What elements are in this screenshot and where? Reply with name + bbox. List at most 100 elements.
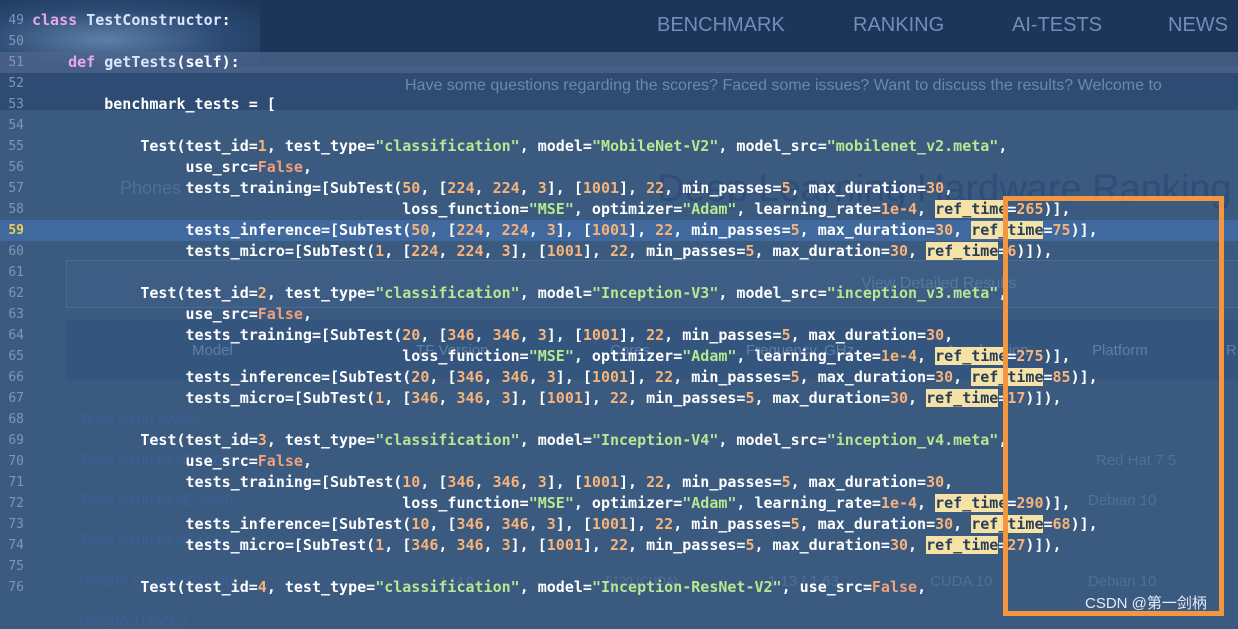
line-number: 68 [8, 412, 24, 427]
code-token: , [474, 326, 493, 344]
code-token: ], [582, 242, 610, 260]
code-text[interactable]: use_src=False, [32, 157, 312, 178]
ref-time-token: ref_time [926, 536, 999, 554]
code-token: , min_passes= [673, 515, 791, 533]
code-token: tests_training=[SubTest( [32, 473, 403, 491]
code-token: 3 [537, 326, 547, 344]
code-token: 346 [492, 473, 520, 491]
code-text[interactable]: Test(test_id=4, test_type="classificatio… [32, 577, 926, 598]
code-token: "MSE" [528, 200, 574, 218]
code-text[interactable]: tests_training=[SubTest(50, [224, 224, 3… [32, 178, 954, 199]
code-token: "inception_v3.meta" [826, 284, 999, 302]
line-number: 76 [8, 580, 24, 595]
code-token: 30 [935, 368, 954, 386]
code-token: 30 [935, 221, 954, 239]
code-token: 30 [935, 515, 954, 533]
code-token: tests_micro=[SubTest( [32, 389, 376, 407]
code-token: 2 [257, 284, 267, 302]
code-text[interactable]: tests_inference=[SubTest(10, [346, 346, … [32, 514, 1098, 535]
code-line[interactable]: 50 [0, 31, 1238, 52]
code-token: , [519, 326, 538, 344]
code-text[interactable]: use_src=False, [32, 451, 312, 472]
code-token: ], [ [555, 515, 592, 533]
code-text[interactable]: use_src=False, [32, 304, 312, 325]
code-token: 3 [501, 536, 511, 554]
code-token: 346 [501, 368, 529, 386]
code-token: , [ [429, 368, 457, 386]
code-token: ], [ [510, 242, 547, 260]
code-token: 1001 [546, 242, 583, 260]
code-text[interactable]: Test(test_id=2, test_type="classificatio… [32, 283, 1007, 304]
code-text[interactable]: tests_micro=[SubTest(1, [224, 224, 3], [… [32, 241, 1053, 262]
ref-time-token: ref_time [935, 494, 1008, 512]
code-token: Test(test_id= [32, 431, 258, 449]
code-text[interactable]: loss_function="MSE", optimizer="Adam", l… [32, 346, 1071, 367]
code-line[interactable]: 52 [0, 73, 1238, 94]
code-token: , [302, 452, 312, 470]
code-text[interactable]: tests_inference=[SubTest(20, [346, 346, … [32, 367, 1098, 388]
code-text[interactable]: tests_micro=[SubTest(1, [346, 346, 3], [… [32, 388, 1062, 409]
line-number: 72 [8, 496, 24, 511]
code-token: "classification" [375, 137, 520, 155]
code-token: 1e-4 [880, 494, 918, 512]
code-token: , max_duration= [754, 536, 890, 554]
code-text[interactable]: benchmark_tests = [ [32, 94, 276, 115]
code-text[interactable]: Test(test_id=3, test_type="classificatio… [32, 430, 1007, 451]
code-token: use_src= [32, 305, 258, 323]
code-token: 30 [926, 326, 945, 344]
code-token: , optimizer= [573, 347, 683, 365]
code-text[interactable]: def getTests(self): [32, 52, 240, 73]
code-token: use_src= [32, 452, 258, 470]
code-text[interactable]: tests_inference=[SubTest(50, [224, 224, … [32, 220, 1098, 241]
code-token: "classification" [375, 578, 520, 596]
code-token: "Inception-V3" [591, 284, 719, 302]
code-text[interactable]: loss_function="MSE", optimizer="Adam", l… [32, 493, 1071, 514]
code-line[interactable]: 49 class TestConstructor: [0, 10, 1238, 31]
code-line[interactable]: 54 [0, 115, 1238, 136]
code-token: 346 [492, 326, 520, 344]
code-token: , [302, 305, 312, 323]
code-line[interactable]: 56 use_src=False, [0, 157, 1238, 178]
line-number: 66 [8, 370, 24, 385]
code-token: , max_duration= [754, 242, 890, 260]
code-token: 20 [411, 368, 430, 386]
line-number: 51 [8, 55, 24, 70]
code-token: , [998, 137, 1008, 155]
ref-time-token: ref_time [926, 389, 999, 407]
code-token: False [871, 578, 918, 596]
code-line[interactable]: 55 Test(test_id=1, test_type="classifica… [0, 136, 1238, 157]
code-token: , model= [519, 137, 592, 155]
code-token: tests_micro=[SubTest( [32, 536, 376, 554]
code-token: , min_passes= [664, 179, 782, 197]
code-text[interactable]: tests_training=[SubTest(20, [346, 346, 3… [32, 325, 954, 346]
code-text[interactable]: tests_micro=[SubTest(1, [346, 346, 3], [… [32, 535, 1062, 556]
line-number: 70 [8, 454, 24, 469]
code-token: , [528, 368, 547, 386]
code-token: 22 [655, 221, 674, 239]
line-number: 49 [8, 13, 24, 28]
code-token: 3 [546, 368, 556, 386]
code-token: , learning_rate= [736, 200, 881, 218]
code-token: , min_passes= [673, 221, 791, 239]
code-token: "MSE" [528, 494, 574, 512]
code-text[interactable]: loss_function="MSE", optimizer="Adam", l… [32, 199, 1071, 220]
code-token: , test_type= [266, 431, 376, 449]
line-number: 60 [8, 244, 24, 259]
code-token: ], [619, 179, 647, 197]
code-line[interactable]: 53 benchmark_tests = [ [0, 94, 1238, 115]
code-token: 346 [501, 515, 529, 533]
code-text[interactable]: tests_training=[SubTest(10, [346, 346, 3… [32, 472, 954, 493]
code-text[interactable]: Test(test_id=1, test_type="classificatio… [32, 136, 1007, 157]
code-token: tests_inference=[SubTest( [32, 368, 412, 386]
code-token: 224 [456, 221, 484, 239]
line-number: 63 [8, 307, 24, 322]
ref-time-token: ref_time [926, 242, 999, 260]
code-line[interactable]: 51 def getTests(self): [0, 52, 1238, 73]
code-token: , [438, 389, 457, 407]
code-text[interactable]: class TestConstructor: [32, 10, 231, 31]
code-token: , max_duration= [790, 179, 927, 197]
code-token: 5 [790, 221, 800, 239]
code-token: 1001 [582, 179, 620, 197]
code-token: Test(test_id= [32, 284, 258, 302]
